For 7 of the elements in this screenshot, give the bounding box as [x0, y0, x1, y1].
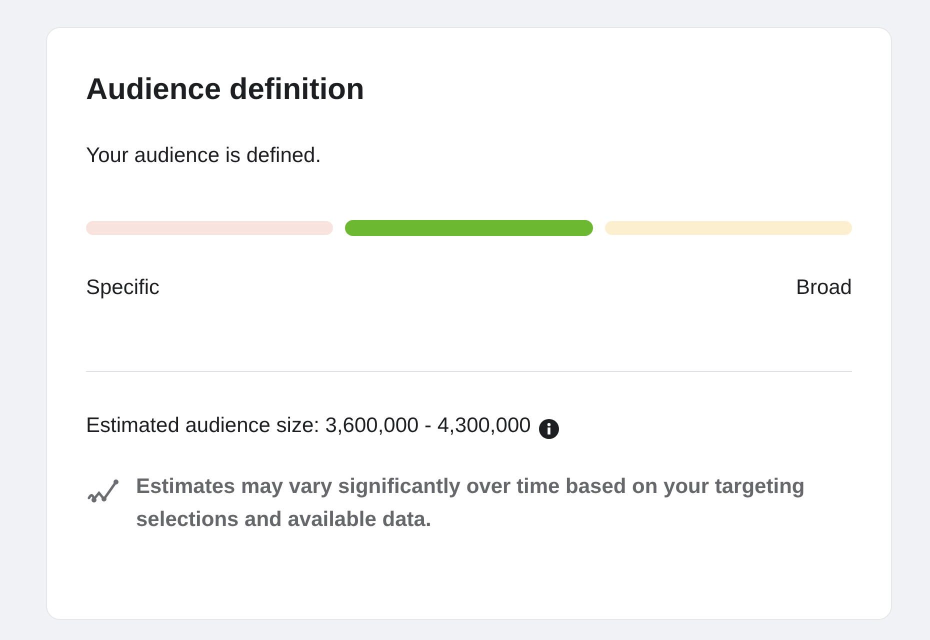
- meter-min-label: Specific: [86, 274, 160, 300]
- estimate-note: Estimates may vary significantly over time based on your targeting selections and available data.: [136, 474, 806, 532]
- meter-max-label: Broad: [796, 274, 852, 300]
- status-text: Your audience is defined.: [86, 143, 322, 169]
- info-icon[interactable]: [538, 418, 559, 439]
- audience-size-text: Estimated audience size: 3,600,000 - 4,300,000: [86, 413, 531, 439]
- card-title: Audience definition: [86, 72, 364, 108]
